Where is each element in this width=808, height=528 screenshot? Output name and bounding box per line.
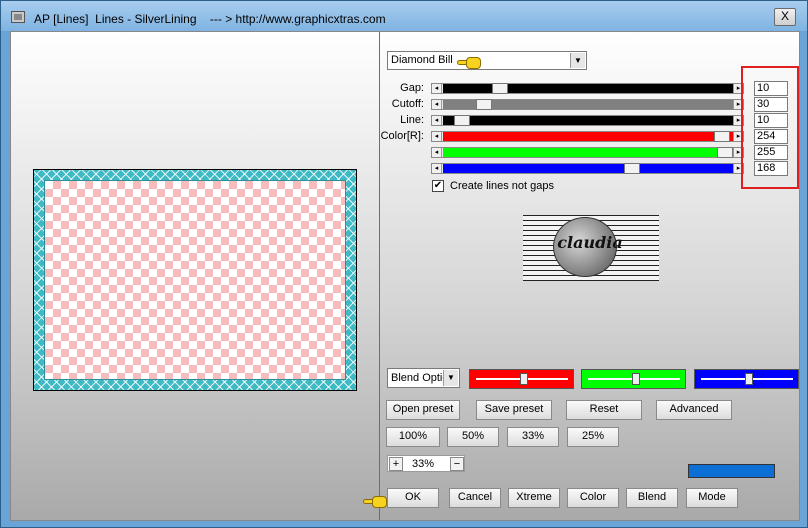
slider-thumb[interactable] bbox=[454, 115, 470, 126]
logo-text: claudia bbox=[557, 233, 623, 252]
chevron-down-icon[interactable]: ▼ bbox=[443, 370, 458, 386]
zoom-out-button[interactable]: − bbox=[450, 457, 464, 471]
arrow-left-icon[interactable]: ◂ bbox=[432, 164, 442, 173]
open-preset-button[interactable]: Open preset bbox=[386, 400, 460, 420]
slider-label: Cutoff: bbox=[391, 98, 424, 110]
save-preset-button[interactable]: Save preset bbox=[476, 400, 552, 420]
zoom-control: + 33% − bbox=[387, 455, 465, 472]
create-lines-checkbox[interactable]: ✔ bbox=[432, 180, 444, 192]
slider-fill bbox=[443, 132, 733, 141]
cancel-button[interactable]: Cancel bbox=[449, 488, 501, 508]
close-button[interactable]: X bbox=[774, 8, 796, 26]
chevron-down-icon[interactable]: ▼ bbox=[570, 53, 585, 68]
plugin-window: AP [Lines] Lines - SilverLining --- > ht… bbox=[0, 0, 808, 528]
zoom-100-button[interactable]: 100% bbox=[386, 427, 440, 447]
slider-thumb[interactable] bbox=[476, 99, 492, 110]
mini-slider-knob[interactable] bbox=[520, 373, 528, 385]
slider-track[interactable]: ◂ ▸ bbox=[431, 131, 744, 142]
pointing-hand-icon bbox=[457, 55, 485, 71]
title-bar[interactable]: AP [Lines] Lines - SilverLining --- > ht… bbox=[1, 1, 807, 31]
xtreme-button[interactable]: Xtreme bbox=[508, 488, 560, 508]
slider-track[interactable]: ◂ ▸ bbox=[431, 115, 744, 126]
mini-slider-knob[interactable] bbox=[745, 373, 753, 385]
preview-inner-pattern bbox=[44, 180, 346, 380]
arrow-left-icon[interactable]: ◂ bbox=[432, 100, 442, 109]
slider-fill bbox=[443, 148, 733, 157]
app-icon bbox=[11, 11, 25, 23]
slider-thumb[interactable] bbox=[714, 131, 730, 142]
zoom-25-button[interactable]: 25% bbox=[567, 427, 619, 447]
mode-button[interactable]: Mode bbox=[686, 488, 738, 508]
slider-track[interactable]: ◂ ▸ bbox=[431, 99, 744, 110]
blend-button[interactable]: Blend bbox=[626, 488, 678, 508]
slider-label: Color[R]: bbox=[380, 130, 424, 142]
arrow-left-icon[interactable]: ◂ bbox=[432, 84, 442, 93]
zoom-33-button[interactable]: 33% bbox=[507, 427, 559, 447]
slider-track[interactable]: ◂ ▸ bbox=[431, 83, 744, 94]
zoom-in-button[interactable]: + bbox=[389, 457, 403, 471]
arrow-left-icon[interactable]: ◂ bbox=[432, 148, 442, 157]
arrow-left-icon[interactable]: ◂ bbox=[432, 116, 442, 125]
blend-mini-slider[interactable] bbox=[694, 369, 799, 389]
zoom-50-button[interactable]: 50% bbox=[447, 427, 499, 447]
preset-dropdown-value: Diamond Bill bbox=[391, 54, 453, 66]
slider-fill bbox=[443, 84, 733, 93]
color-button[interactable]: Color bbox=[567, 488, 619, 508]
slider-thumb[interactable] bbox=[624, 163, 640, 174]
values-highlight-box bbox=[741, 66, 799, 189]
blend-mini-slider[interactable] bbox=[469, 369, 574, 389]
slider-track[interactable]: ◂ ▸ bbox=[431, 163, 744, 174]
arrow-left-icon[interactable]: ◂ bbox=[432, 132, 442, 141]
preset-dropdown[interactable]: Diamond Bill ▼ bbox=[387, 51, 587, 70]
slider-thumb[interactable] bbox=[492, 83, 508, 94]
mini-slider-knob[interactable] bbox=[632, 373, 640, 385]
claudia-logo: claudia bbox=[523, 215, 659, 281]
dialog-client: Diamond Bill ▼ Gap: ◂ ▸ 10 Cutoff: ◂ ▸ 30 Line: ◂… bbox=[10, 31, 800, 521]
slider-label: Line: bbox=[400, 114, 424, 126]
create-lines-label: Create lines not gaps bbox=[450, 180, 554, 192]
advanced-button[interactable]: Advanced bbox=[656, 400, 732, 420]
blend-options-dropdown[interactable]: Blend Options ▼ bbox=[387, 368, 460, 388]
slider-thumb[interactable] bbox=[717, 147, 733, 158]
slider-label: Gap: bbox=[400, 82, 424, 94]
reset-button[interactable]: Reset bbox=[566, 400, 642, 420]
window-title: AP [Lines] Lines - SilverLining --- > ht… bbox=[34, 12, 386, 26]
output-color-swatch[interactable] bbox=[688, 464, 775, 478]
blend-mini-slider[interactable] bbox=[581, 369, 686, 389]
preview-image bbox=[33, 169, 357, 391]
blend-options-value: Blend Options bbox=[391, 372, 443, 384]
zoom-value: 33% bbox=[412, 458, 435, 470]
slider-fill bbox=[443, 164, 733, 173]
ok-button[interactable]: OK bbox=[387, 488, 439, 508]
slider-track[interactable]: ◂ ▸ bbox=[431, 147, 744, 158]
slider-fill bbox=[443, 116, 733, 125]
